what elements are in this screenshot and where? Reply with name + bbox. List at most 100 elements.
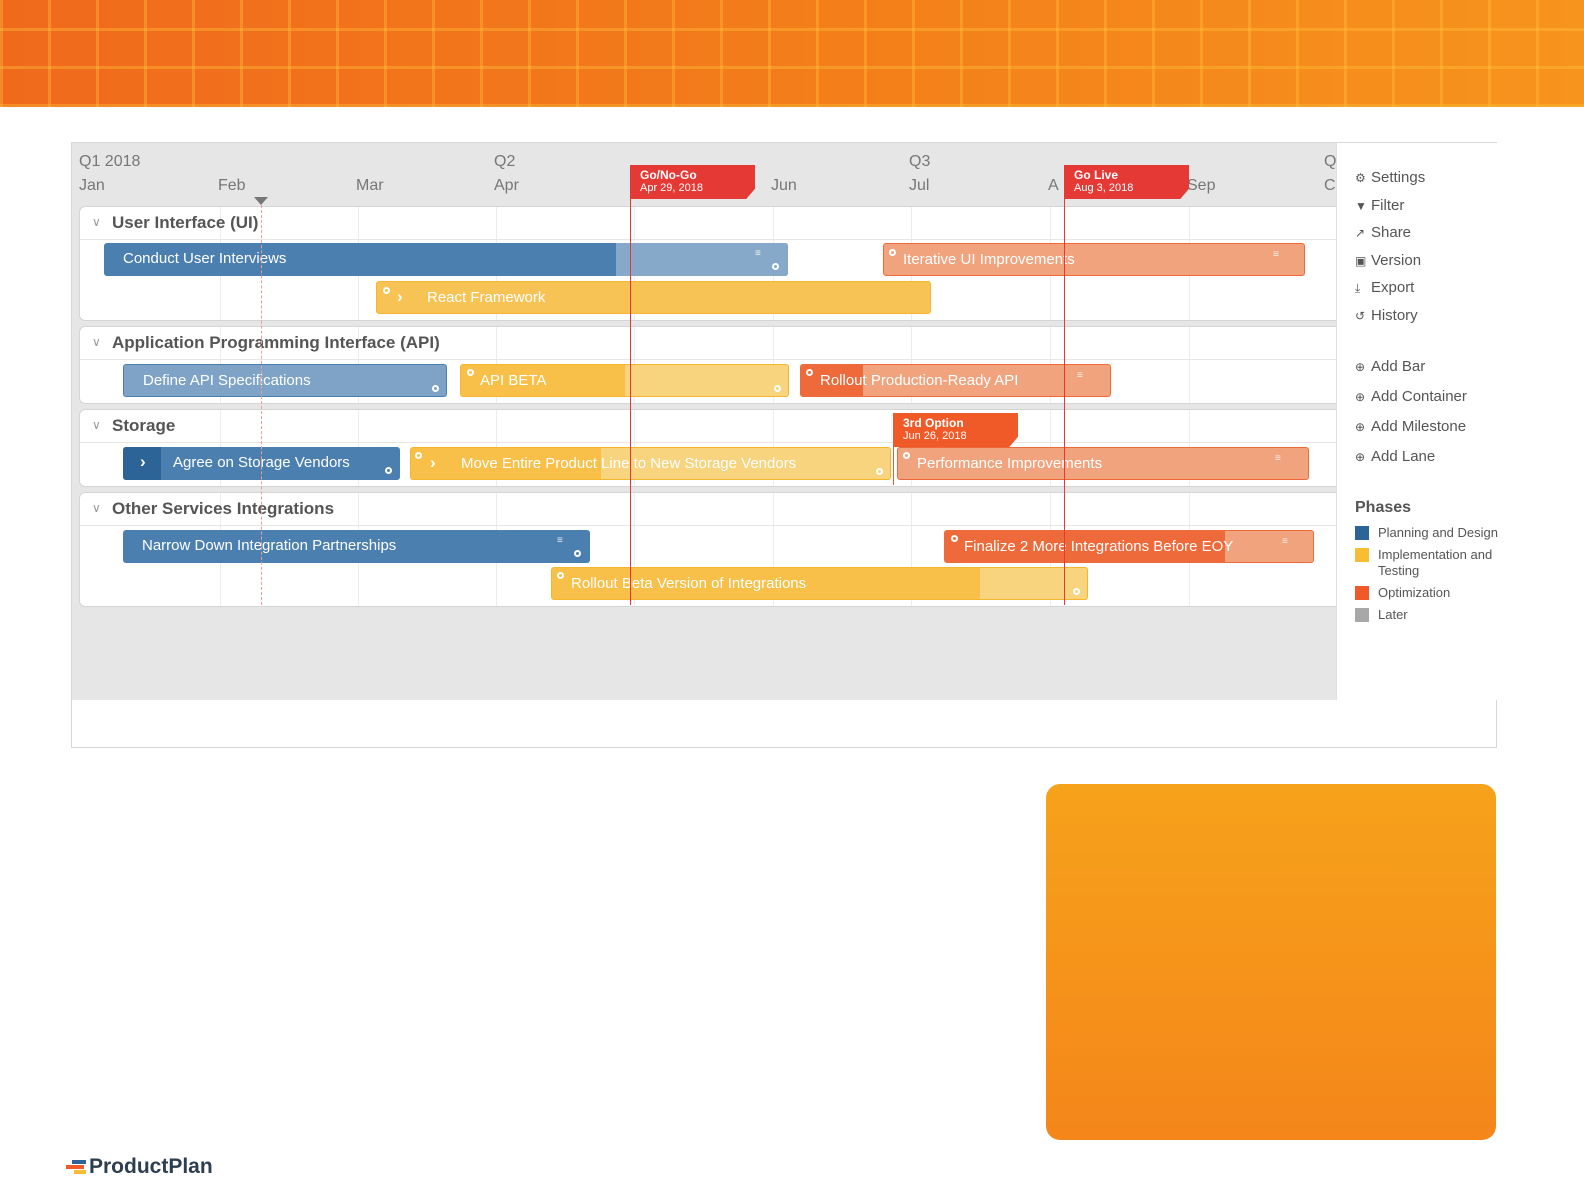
- dependency-dot-icon[interactable]: [467, 369, 474, 376]
- expand-chevron-icon[interactable]: ›: [430, 453, 436, 473]
- bar-performance-improvements[interactable]: Performance Improvements ≡: [897, 447, 1309, 480]
- lane-header[interactable]: ∨ Other Services Integrations: [80, 493, 1336, 526]
- lane-header[interactable]: ∨ Application Programming Interface (API…: [80, 327, 1336, 360]
- milestone-date: Apr 29, 2018: [640, 182, 703, 194]
- bar-rollout-beta-integrations[interactable]: Rollout Beta Version of Integrations: [551, 567, 1088, 600]
- plus-circle-icon: ⊕: [1355, 360, 1366, 374]
- bar-conduct-user-interviews[interactable]: Conduct User Interviews ≡: [104, 243, 788, 276]
- legend-swatch: [1355, 608, 1369, 622]
- bar-label: Narrow Down Integration Partnerships: [142, 537, 397, 554]
- filter-menu-item[interactable]: ▼ Filter: [1355, 197, 1404, 214]
- bar-label: Define API Specifications: [143, 372, 311, 389]
- drag-handle-icon[interactable]: ≡: [557, 535, 563, 546]
- lane-other-services[interactable]: ∨ Other Services Integrations Narrow Dow…: [79, 492, 1336, 607]
- bar-narrow-down-integration-partnerships[interactable]: Narrow Down Integration Partnerships ≡: [123, 530, 590, 563]
- dependency-dot-icon[interactable]: [432, 385, 439, 392]
- export-menu-item[interactable]: ⤓ Export: [1355, 279, 1414, 296]
- plus-circle-icon: ⊕: [1355, 390, 1366, 404]
- settings-menu-item[interactable]: ⚙ Settings: [1355, 169, 1425, 186]
- history-menu-item[interactable]: ↺ History: [1355, 307, 1418, 324]
- milestone-go-no-go[interactable]: Go/No-Go Apr 29, 2018: [630, 165, 755, 199]
- legend-swatch: [1355, 586, 1369, 600]
- collapse-chevron-icon[interactable]: ∨: [92, 215, 101, 229]
- quarter-label: Q1 2018: [79, 153, 141, 170]
- archive-icon: ▣: [1355, 254, 1367, 268]
- add-container-button[interactable]: ⊕ Add Container: [1355, 388, 1467, 405]
- phases-title: Phases: [1355, 499, 1412, 516]
- lane-title: Application Programming Interface (API): [112, 333, 440, 352]
- month-label: Feb: [218, 177, 246, 194]
- collapse-chevron-icon[interactable]: ∨: [92, 335, 101, 349]
- today-marker-icon[interactable]: [254, 197, 268, 205]
- lane-header[interactable]: ∨ User Interface (UI): [80, 207, 1336, 240]
- quarter-label: Q3: [909, 153, 931, 170]
- share-menu-item[interactable]: ↗ Share: [1355, 224, 1411, 241]
- dependency-dot-icon[interactable]: [415, 452, 422, 459]
- dependency-dot-icon[interactable]: [383, 287, 390, 294]
- share-icon: ↗: [1355, 226, 1366, 240]
- gear-icon: ⚙: [1355, 171, 1366, 185]
- drag-handle-icon[interactable]: ≡: [1282, 536, 1288, 547]
- bar-label: API BETA: [480, 372, 547, 389]
- dependency-dot-icon[interactable]: [889, 249, 896, 256]
- bar-react-framework[interactable]: › React Framework: [376, 281, 931, 314]
- lane-title: Storage: [112, 416, 176, 435]
- drag-handle-icon[interactable]: ≡: [1077, 370, 1083, 381]
- expand-chevron-icon[interactable]: ›: [140, 452, 146, 472]
- collapse-chevron-icon[interactable]: ∨: [92, 418, 101, 432]
- header-banner: [0, 0, 1584, 107]
- download-icon: ⤓: [1355, 281, 1361, 295]
- bar-label: Move Entire Product Line to New Storage …: [461, 455, 797, 472]
- milestone-title: 3rd Option: [903, 416, 964, 430]
- month-label: Apr: [494, 177, 519, 194]
- bar-label: Finalize 2 More Integrations Before EOY: [964, 538, 1234, 555]
- milestone-go-live[interactable]: Go Live Aug 3, 2018: [1064, 165, 1189, 199]
- dependency-dot-icon[interactable]: [903, 452, 910, 459]
- lane-api[interactable]: ∨ Application Programming Interface (API…: [79, 326, 1336, 404]
- dependency-dot-icon[interactable]: [574, 550, 581, 557]
- lane-user-interface[interactable]: ∨ User Interface (UI) Conduct User Inter…: [79, 206, 1336, 321]
- legend-swatch: [1355, 548, 1369, 562]
- plus-circle-icon: ⊕: [1355, 450, 1366, 464]
- dependency-dot-icon[interactable]: [774, 385, 781, 392]
- history-icon: ↺: [1355, 309, 1366, 323]
- milestone-3rd-option[interactable]: 3rd Option Jun 26, 2018: [893, 413, 1018, 447]
- drag-handle-icon[interactable]: ≡: [1275, 453, 1281, 464]
- legend-swatch: [1355, 526, 1369, 540]
- drag-handle-icon[interactable]: ≡: [755, 248, 761, 259]
- add-lane-button[interactable]: ⊕ Add Lane: [1355, 448, 1435, 465]
- bar-define-api-specifications[interactable]: Define API Specifications: [123, 364, 447, 397]
- filter-icon: ▼: [1355, 199, 1367, 213]
- bar-move-product-line-storage[interactable]: › Move Entire Product Line to New Storag…: [410, 447, 891, 480]
- month-label: Jan: [79, 177, 105, 194]
- dependency-dot-icon[interactable]: [806, 369, 813, 376]
- month-label: Mar: [356, 177, 384, 194]
- lane-title: Other Services Integrations: [112, 499, 335, 518]
- bar-api-beta[interactable]: API BETA: [460, 364, 789, 397]
- dependency-dot-icon[interactable]: [1073, 588, 1080, 595]
- bar-finalize-2-more-integrations[interactable]: Finalize 2 More Integrations Before EOY …: [944, 530, 1314, 563]
- month-label: Jul: [909, 177, 930, 194]
- expand-chevron-icon[interactable]: ›: [397, 287, 403, 307]
- sidebar: ⚙ Settings ▼ Filter ↗ Share ▣ Version ⤓ Expor…: [1336, 143, 1498, 700]
- dependency-dot-icon[interactable]: [951, 535, 958, 542]
- milestone-date: Jun 26, 2018: [903, 430, 967, 442]
- lane-header[interactable]: ∨ Storage: [80, 410, 1336, 443]
- timeline-canvas: Q1 2018 Q2 Q3 Q Jan Feb Mar Apr Jun Jul …: [72, 143, 1336, 700]
- dependency-dot-icon[interactable]: [385, 467, 392, 474]
- drag-handle-icon[interactable]: ≡: [1273, 249, 1279, 260]
- bar-iterative-ui-improvements[interactable]: Iterative UI Improvements ≡: [883, 243, 1305, 276]
- collapse-chevron-icon[interactable]: ∨: [92, 501, 101, 515]
- milestone-line: [630, 165, 631, 605]
- month-label: C: [1324, 177, 1336, 194]
- dependency-dot-icon[interactable]: [772, 263, 779, 270]
- lane-storage[interactable]: ∨ Storage › Agree on Storage Vendors › M…: [79, 409, 1336, 487]
- add-bar-button[interactable]: ⊕ Add Bar: [1355, 358, 1425, 375]
- bar-label: React Framework: [427, 289, 546, 306]
- add-milestone-button[interactable]: ⊕ Add Milestone: [1355, 418, 1466, 435]
- bar-label: Performance Improvements: [917, 455, 1103, 472]
- version-menu-item[interactable]: ▣ Version: [1355, 252, 1421, 269]
- month-label: Jun: [771, 177, 797, 194]
- dependency-dot-icon[interactable]: [876, 468, 883, 475]
- dependency-dot-icon[interactable]: [557, 572, 564, 579]
